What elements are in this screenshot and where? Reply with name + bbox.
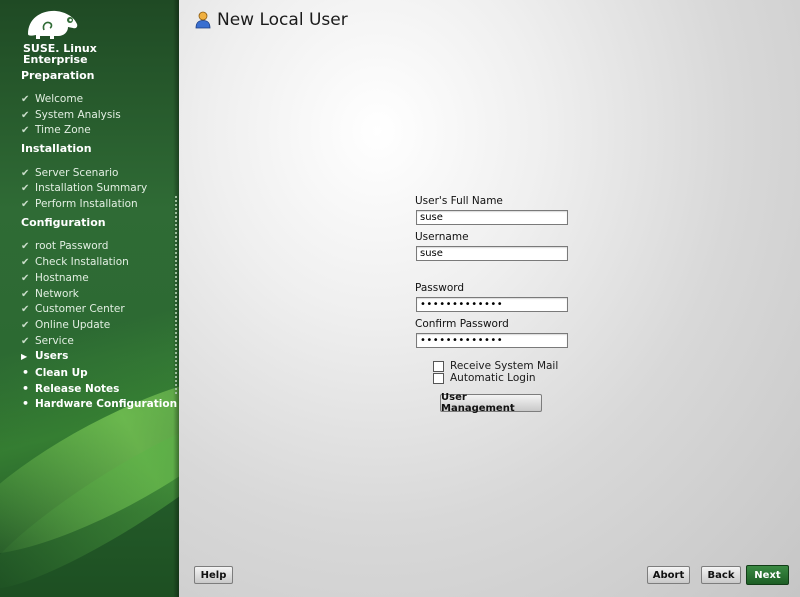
- section-title-preparation: Preparation: [21, 69, 95, 82]
- step-label: Online Update: [35, 319, 111, 331]
- user-icon: [195, 11, 211, 29]
- step-label: Perform Installation: [35, 198, 138, 210]
- sidebar-step-hardware-configuration: • Hardware Configuration: [21, 397, 177, 410]
- back-button[interactable]: Back: [701, 566, 741, 584]
- sidebar-resize-handle[interactable]: [175, 196, 177, 396]
- step-label: Network: [35, 288, 79, 300]
- triangle-right-icon: ▶: [21, 351, 28, 361]
- sidebar-step-release-notes: • Release Notes: [21, 382, 119, 395]
- sidebar: SUSE. Linux Enterprise Preparation ✔ Welc…: [0, 0, 179, 597]
- sidebar-step-online-update: ✔ Online Update: [21, 319, 110, 331]
- sidebar-step-time-zone: ✔ Time Zone: [21, 124, 91, 136]
- step-label: Users: [35, 350, 69, 362]
- section-title-installation: Installation: [21, 142, 92, 155]
- receive-system-mail-option[interactable]: Receive System Mail: [433, 360, 558, 372]
- step-label: Check Installation: [35, 256, 129, 268]
- check-icon: ✔: [21, 335, 30, 347]
- suse-logo-icon: [28, 10, 78, 39]
- sidebar-step-network: ✔ Network: [21, 288, 79, 300]
- automatic-login-option[interactable]: Automatic Login: [433, 372, 536, 384]
- check-icon: ✔: [21, 256, 30, 268]
- sidebar-step-clean-up: • Clean Up: [21, 366, 88, 379]
- step-label: Hardware Configuration: [35, 397, 178, 410]
- sidebar-step-service: ✔ Service: [21, 335, 74, 347]
- bullet-icon: •: [22, 366, 30, 379]
- bullet-icon: •: [22, 382, 30, 395]
- check-icon: ✔: [21, 288, 30, 300]
- receive-system-mail-label: Receive System Mail: [450, 360, 559, 372]
- page-title: New Local User: [217, 10, 348, 30]
- sidebar-step-system-analysis: ✔ System Analysis: [21, 109, 121, 121]
- step-label: Hostname: [35, 272, 89, 284]
- sidebar-step-installation-summary: ✔ Installation Summary: [21, 182, 147, 194]
- sidebar-step-welcome: ✔ Welcome: [21, 93, 83, 105]
- check-icon: ✔: [21, 167, 30, 179]
- sidebar-step-users: ▶ Users: [21, 350, 68, 362]
- check-icon: ✔: [21, 319, 30, 331]
- check-icon: ✔: [21, 109, 30, 121]
- sidebar-step-root-password: ✔ root Password: [21, 240, 108, 252]
- check-icon: ✔: [21, 93, 30, 105]
- step-label: Installation Summary: [35, 182, 148, 194]
- step-label: Time Zone: [35, 124, 91, 136]
- sidebar-step-server-scenario: ✔ Server Scenario: [21, 167, 118, 179]
- sidebar-step-customer-center: ✔ Customer Center: [21, 303, 125, 315]
- full-name-label: User's Full Name: [415, 195, 503, 207]
- check-icon: ✔: [21, 198, 30, 210]
- section-title-configuration: Configuration: [21, 216, 106, 229]
- sidebar-step-perform-installation: ✔ Perform Installation: [21, 198, 138, 210]
- brand-name: SUSE. Linux Enterprise: [23, 43, 97, 65]
- check-icon: ✔: [21, 272, 30, 284]
- step-label: Server Scenario: [35, 167, 119, 179]
- main-panel: New Local User User's Full Name suse Use…: [179, 0, 800, 597]
- step-label: Customer Center: [35, 303, 125, 315]
- step-label: Release Notes: [35, 382, 120, 395]
- step-label: System Analysis: [35, 109, 121, 121]
- username-label: Username: [415, 231, 469, 243]
- receive-system-mail-checkbox[interactable]: [433, 360, 444, 372]
- full-name-field[interactable]: suse: [416, 210, 568, 225]
- user-management-button[interactable]: User Management: [440, 392, 542, 414]
- check-icon: ✔: [21, 182, 30, 194]
- confirm-password-field[interactable]: •••••••••••••: [416, 333, 568, 348]
- help-button[interactable]: Help: [194, 566, 233, 584]
- check-icon: ✔: [21, 303, 30, 315]
- confirm-password-label: Confirm Password: [415, 318, 509, 330]
- sidebar-step-check-installation: ✔ Check Installation: [21, 256, 129, 268]
- bullet-icon: •: [22, 397, 30, 410]
- abort-button[interactable]: Abort: [647, 566, 690, 584]
- check-icon: ✔: [21, 240, 30, 252]
- step-label: Clean Up: [35, 366, 88, 379]
- title-row: New Local User: [195, 10, 348, 30]
- password-field[interactable]: •••••••••••••: [416, 297, 568, 312]
- automatic-login-label: Automatic Login: [450, 372, 536, 384]
- check-icon: ✔: [21, 124, 30, 136]
- brand-line2: Enterprise: [23, 53, 88, 66]
- automatic-login-checkbox[interactable]: [433, 372, 444, 384]
- username-field[interactable]: suse: [416, 246, 568, 261]
- step-label: root Password: [35, 240, 109, 252]
- next-button[interactable]: Next: [746, 565, 789, 585]
- step-label: Service: [35, 335, 74, 347]
- sidebar-step-hostname: ✔ Hostname: [21, 272, 89, 284]
- password-label: Password: [415, 282, 465, 294]
- step-label: Welcome: [35, 93, 84, 105]
